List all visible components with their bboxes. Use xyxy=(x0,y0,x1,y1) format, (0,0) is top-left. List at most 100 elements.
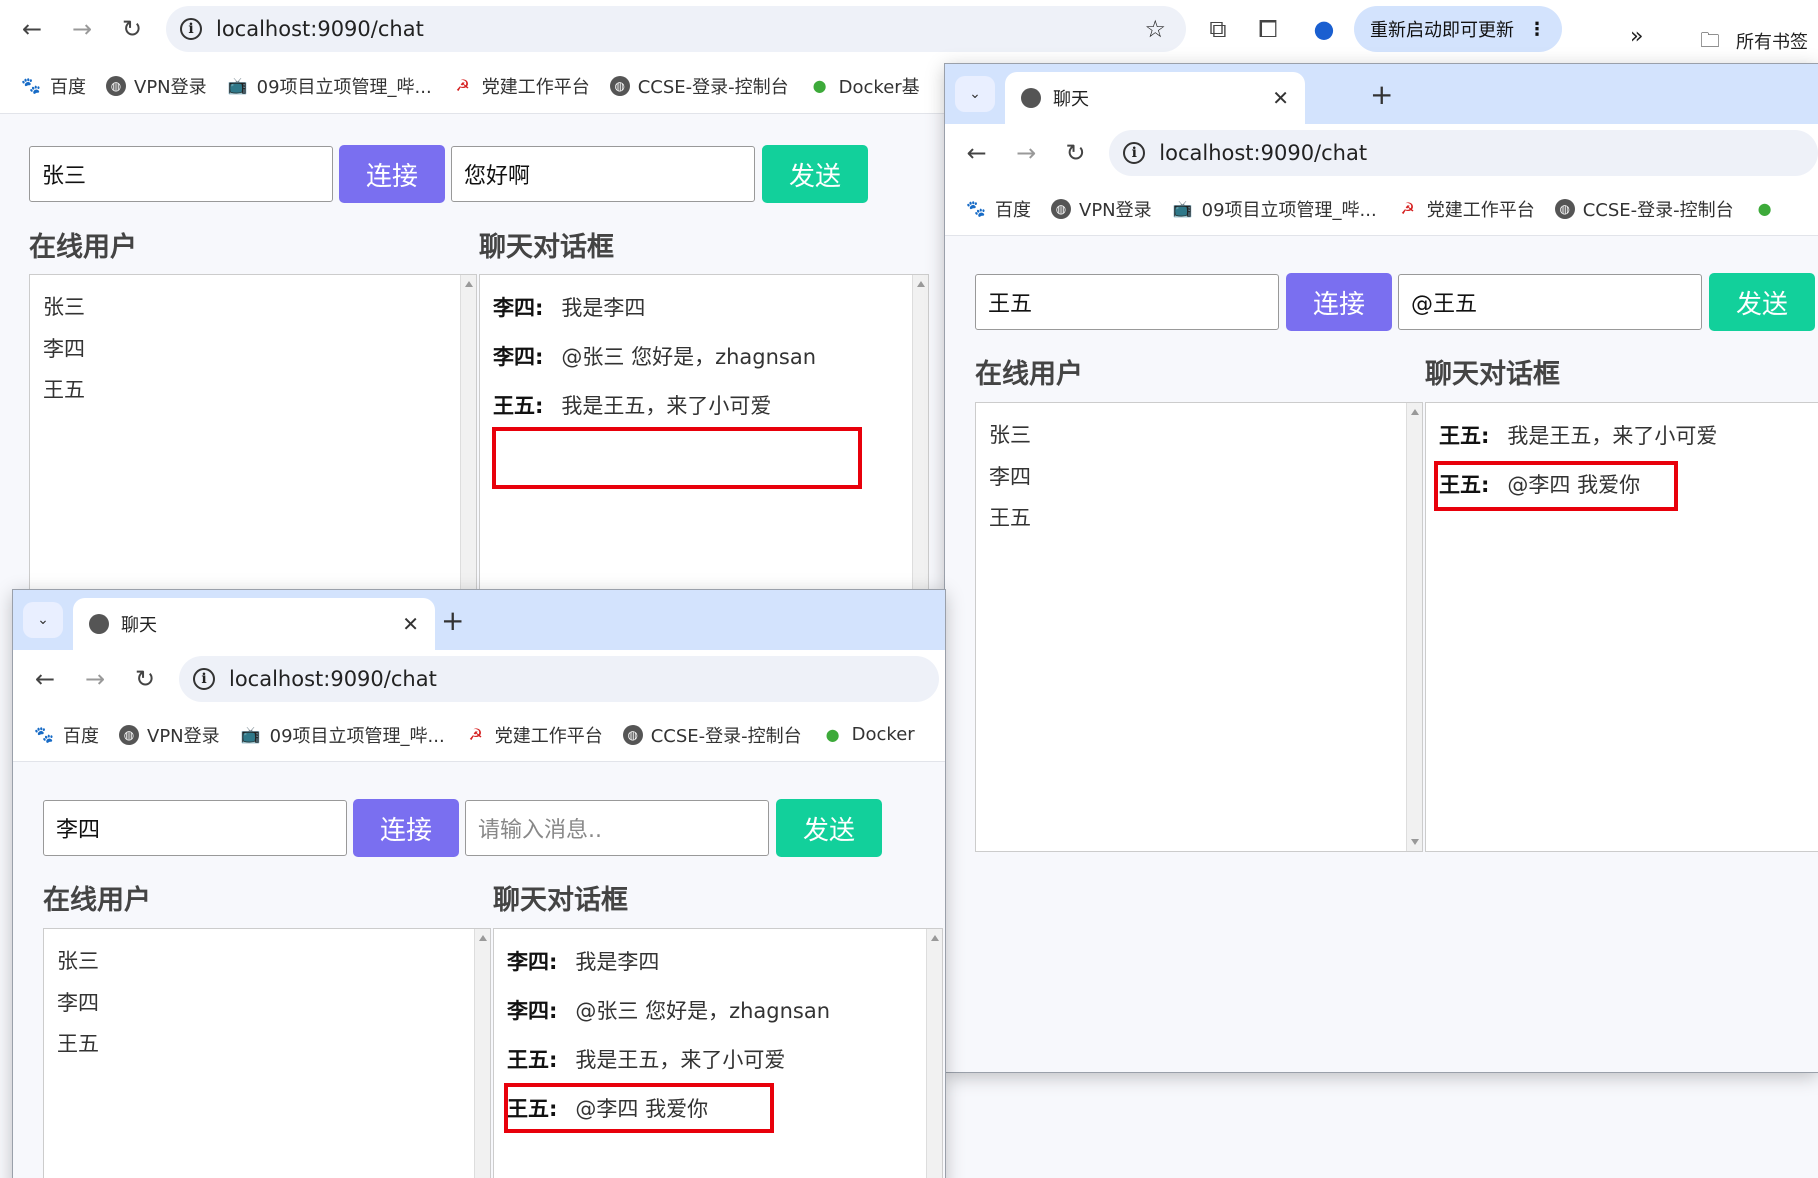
star-icon[interactable]: ☆ xyxy=(1144,15,1166,43)
bookmark-label: 09项目立项管理_哔... xyxy=(256,76,432,98)
globe-icon: ◍ xyxy=(1554,198,1575,219)
bookmarks-bar: 🐾 百度 ◍ VPN登录 📺 09项目立项管理_哔... ☭ 党建工作平台 ◍ CCSE-… xyxy=(13,708,945,762)
baidu-icon: 🐾 xyxy=(966,199,986,218)
scroll-up-icon[interactable] xyxy=(931,935,939,941)
bookmark-project[interactable]: 📺 09项目立项管理_哔... xyxy=(240,722,445,748)
main-toolbar: ← → ↻ i localhost:9090/chat ☆ ⧉ ⧠ ● 重新启动… xyxy=(0,0,1818,58)
chat-box-title: 聊天对话框 xyxy=(479,232,614,263)
online-users-title: 在线用户 xyxy=(43,885,151,916)
bookmark-label: 百度 xyxy=(50,76,86,98)
chat-message: 王五: 我是王五，来了小可爱 xyxy=(493,390,771,420)
scroll-up-icon[interactable] xyxy=(917,281,925,287)
chat-messages-panel: 王五: 我是王五，来了小可爱 王五: @李四 我爱你 xyxy=(1425,402,1818,852)
site-info-icon[interactable]: i xyxy=(180,18,202,40)
bookmark-vpn[interactable]: ◍ VPN登录 xyxy=(119,722,220,748)
send-button[interactable]: 发送 xyxy=(762,145,868,203)
online-users-panel: 张三 李四 王五 xyxy=(975,402,1423,852)
all-bookmarks-label[interactable]: 所有书签 xyxy=(1736,28,1808,54)
back-icon[interactable]: ← xyxy=(14,11,50,47)
globe-icon xyxy=(89,614,109,634)
address-bar[interactable]: i localhost:9090/chat xyxy=(179,656,939,702)
docker-icon: ● xyxy=(825,725,840,744)
lisi-browser-window: ⌄ 聊天 ✕ + ← → ↻ i localhost:9090/chat 🐾 百度… xyxy=(13,590,945,1178)
extensions-icon[interactable]: ⧠ xyxy=(1250,11,1286,47)
message-sender: 王五: xyxy=(1439,424,1490,448)
bookmark-docker[interactable]: ● Docker xyxy=(822,724,915,746)
bookmarks-overflow-icon[interactable]: » xyxy=(1630,24,1643,49)
bookmark-baidu[interactable]: 🐾 百度 xyxy=(33,722,99,748)
tab-strip: ⌄ 聊天 ✕ + xyxy=(13,590,945,650)
folder-icon: 🗀 xyxy=(1700,28,1720,52)
tab-search-chevron-icon[interactable]: ⌄ xyxy=(23,602,63,638)
highlight-box xyxy=(492,427,862,489)
message-input[interactable]: 请输入消息.. xyxy=(465,800,769,856)
back-icon[interactable]: ← xyxy=(27,661,63,697)
users-scrollbar[interactable] xyxy=(474,929,490,1178)
scroll-up-icon[interactable] xyxy=(1411,409,1419,415)
url-text: localhost:9090/chat xyxy=(1159,141,1368,165)
new-tab-icon[interactable]: + xyxy=(1370,78,1393,111)
chat-scrollbar[interactable] xyxy=(926,929,942,1178)
chat-message: 李四: @张三 您好是，zhagnsan xyxy=(507,995,830,1025)
username-input[interactable]: 李四 xyxy=(43,800,347,856)
forward-icon[interactable]: → xyxy=(77,661,113,697)
tab-search-chevron-icon[interactable]: ⌄ xyxy=(955,76,995,112)
connect-button[interactable]: 连接 xyxy=(353,799,459,857)
bookmark-ccse[interactable]: ◍ CCSE-登录-控制台 xyxy=(609,73,789,99)
reload-icon[interactable]: ↻ xyxy=(1058,135,1093,171)
username-input[interactable]: 王五 xyxy=(975,274,1279,330)
message-sender: 李四: xyxy=(493,345,544,369)
bookmark-label: 09项目立项管理_哔... xyxy=(1201,199,1377,221)
bookmark-project[interactable]: 📺 09项目立项管理_哔... xyxy=(1172,196,1377,222)
tab-chat[interactable]: 聊天 ✕ xyxy=(1005,72,1305,124)
menu-dots-icon[interactable]: ⋮ xyxy=(1528,19,1546,40)
extension-puzzle-icon[interactable]: ⧉ xyxy=(1200,11,1236,47)
users-scrollbar[interactable] xyxy=(1406,403,1422,851)
reload-icon[interactable]: ↻ xyxy=(114,11,150,47)
bookmark-ccse[interactable]: ◍ CCSE-登录-控制台 xyxy=(1554,196,1734,222)
bookmark-label: 百度 xyxy=(63,725,99,747)
bookmark-label: CCSE-登录-控制台 xyxy=(1582,199,1734,221)
close-tab-icon[interactable]: ✕ xyxy=(1272,86,1289,110)
new-tab-icon[interactable]: + xyxy=(441,604,464,637)
connect-button[interactable]: 连接 xyxy=(1286,273,1392,331)
scroll-up-icon[interactable] xyxy=(479,935,487,941)
message-input[interactable]: @王五 xyxy=(1398,274,1702,330)
bookmark-baidu[interactable]: 🐾 百度 xyxy=(20,73,86,99)
connect-button[interactable]: 连接 xyxy=(339,145,445,203)
back-icon[interactable]: ← xyxy=(959,135,994,171)
send-button[interactable]: 发送 xyxy=(776,799,882,857)
bookmark-project[interactable]: 📺 09项目立项管理_哔... xyxy=(227,73,432,99)
bookmark-vpn[interactable]: ◍ VPN登录 xyxy=(106,73,207,99)
bookmark-party[interactable]: ☭ 党建工作平台 xyxy=(452,73,590,99)
username-input[interactable]: 张三 xyxy=(29,146,333,202)
profile-icon[interactable]: ● xyxy=(1306,11,1342,47)
bilibili-icon: 📺 xyxy=(240,725,261,744)
address-bar[interactable]: i localhost:9090/chat xyxy=(1109,130,1818,176)
scroll-up-icon[interactable] xyxy=(465,281,473,287)
close-tab-icon[interactable]: ✕ xyxy=(402,612,419,636)
site-info-icon[interactable]: i xyxy=(193,668,215,690)
update-button[interactable]: 重新启动即可更新 ⋮ xyxy=(1354,6,1562,52)
bookmark-ccse[interactable]: ◍ CCSE-登录-控制台 xyxy=(622,722,802,748)
bookmark-vpn[interactable]: ◍ VPN登录 xyxy=(1051,196,1152,222)
bookmark-docker[interactable]: ● xyxy=(1754,198,1784,220)
send-button[interactable]: 发送 xyxy=(1709,273,1815,331)
message-sender: 李四: xyxy=(507,950,558,974)
site-info-icon[interactable]: i xyxy=(1123,142,1146,164)
reload-icon[interactable]: ↻ xyxy=(127,661,163,697)
bookmark-baidu[interactable]: 🐾 百度 xyxy=(965,196,1031,222)
tab-chat[interactable]: 聊天 ✕ xyxy=(73,598,435,650)
address-bar[interactable]: i localhost:9090/chat ☆ xyxy=(166,6,1186,52)
forward-icon[interactable]: → xyxy=(64,11,100,47)
message-text: 我是王五，来了小可爱 xyxy=(561,394,772,418)
bookmark-docker[interactable]: ● Docker基 xyxy=(809,73,920,99)
scroll-down-icon[interactable] xyxy=(1411,839,1419,845)
message-sender: 李四: xyxy=(493,296,544,320)
docker-icon: ● xyxy=(812,76,827,95)
message-input[interactable]: 您好啊 xyxy=(451,146,755,202)
tab-strip: ⌄ 聊天 ✕ + xyxy=(945,64,1818,124)
bookmark-party[interactable]: ☭ 党建工作平台 xyxy=(1397,196,1535,222)
forward-icon[interactable]: → xyxy=(1008,135,1043,171)
bookmark-party[interactable]: ☭ 党建工作平台 xyxy=(465,722,603,748)
